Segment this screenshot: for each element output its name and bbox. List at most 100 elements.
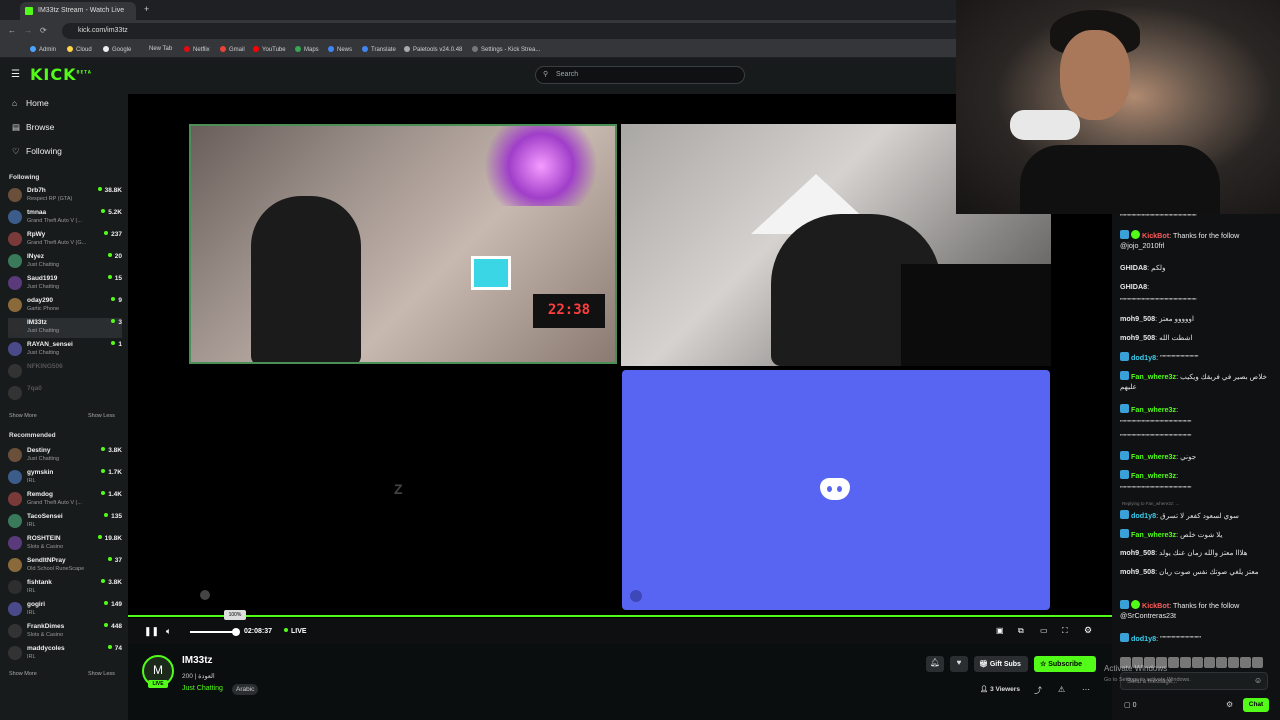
sidebar-channel[interactable]: RpWy Grand Theft Auto V (G... 237	[8, 230, 122, 250]
bookmark-youtube[interactable]: YouTube	[253, 46, 286, 53]
volume-slider-handle[interactable]	[232, 628, 240, 636]
stream-tag[interactable]: Arabic	[232, 684, 259, 695]
sidebar-channel[interactable]: Drb7h Respect RP (GTA) 38.8K	[8, 186, 122, 206]
sidebar-channel[interactable]: Saud1919 Just Chatting 15	[8, 274, 122, 294]
emote-icon[interactable]	[1252, 657, 1263, 668]
search-input[interactable]: ⚲ Search	[535, 66, 745, 84]
chat-username[interactable]: Fan_where3z	[1131, 405, 1176, 414]
sidebar-channel[interactable]: TacoSensei IRL 135	[8, 512, 122, 532]
chat-username[interactable]: KickBot	[1142, 231, 1169, 240]
channel-name: IM33tz	[27, 319, 47, 326]
chat-username[interactable]: moh9_508	[1120, 314, 1155, 323]
settings-gear-icon[interactable]: ⚙	[1084, 625, 1092, 636]
sidebar-channel[interactable]: NFKING506	[8, 362, 122, 382]
url-field[interactable]: kick.com/im33tz	[62, 23, 962, 39]
report-icon[interactable]: ⚠	[1058, 685, 1065, 694]
browser-tab[interactable]: IM33tz Stream - Watch Live	[20, 2, 136, 20]
sidebar-channel[interactable]: Destiny Just Chatting 3.8K	[8, 446, 122, 466]
chat-username[interactable]: moh9_508	[1120, 548, 1155, 557]
chat-username[interactable]: GHIDA8	[1120, 282, 1147, 291]
emote-icon[interactable]	[1240, 657, 1251, 668]
chat-username[interactable]: KickBot	[1142, 601, 1169, 610]
recommended-show-more[interactable]: Show More	[9, 671, 37, 677]
share-icon[interactable]: ⤴	[1034, 685, 1042, 696]
fullscreen-icon[interactable]: ⛶	[1062, 626, 1068, 636]
nav-following[interactable]: ♡ Following	[12, 146, 62, 157]
bookmark-paletools[interactable]: Paletools v24.0.48	[404, 46, 462, 53]
following-show-more[interactable]: Show More	[9, 413, 37, 419]
sidebar-channel[interactable]: 7qa0	[8, 384, 122, 404]
chat-username[interactable]: dod1y8	[1131, 511, 1156, 520]
emote-icon[interactable]	[1168, 657, 1179, 668]
stream-progress-bar[interactable]	[128, 615, 1112, 617]
chat-username[interactable]: Fan_where3z	[1131, 372, 1176, 381]
recommended-show-less[interactable]: Show Less	[88, 671, 115, 677]
reload-icon[interactable]: ⟳	[40, 26, 47, 35]
chat-username[interactable]: Fan_where3z	[1131, 530, 1176, 539]
channel-avatar-icon	[8, 514, 22, 528]
bookmark-settings-kick[interactable]: Settings - Kick Strea...	[472, 46, 540, 53]
bookmark-maps[interactable]: Maps	[295, 46, 319, 53]
channel-name: 7qa0	[27, 385, 42, 392]
chat-username[interactable]: dod1y8	[1131, 634, 1156, 643]
emote-icon[interactable]	[1204, 657, 1215, 668]
nav-browse[interactable]: ▤ Browse	[12, 122, 54, 133]
sidebar-channel[interactable]: oday290 Gartic Phone 9	[8, 296, 122, 316]
pause-icon[interactable]: ❚❚	[144, 626, 159, 637]
new-tab-button[interactable]: +	[144, 4, 149, 14]
channel-name[interactable]: IM33tz	[182, 655, 213, 666]
channel-category: Just Chatting	[27, 284, 60, 290]
more-options-icon[interactable]: ⋯	[1082, 685, 1090, 694]
emote-icon[interactable]	[1192, 657, 1203, 668]
sidebar-channel[interactable]: gymskin IRL 1.7K	[8, 468, 122, 488]
chat-username[interactable]: Fan_where3z	[1131, 452, 1176, 461]
bookmark-admin[interactable]: Admin	[30, 46, 56, 53]
chat-username[interactable]: dod1y8	[1131, 353, 1156, 362]
theater-mode-icon[interactable]: ▭	[1040, 626, 1048, 635]
volume-icon[interactable]: 🔈︎	[166, 626, 171, 637]
notification-bell-icon[interactable]: 🔔︎	[926, 656, 944, 672]
chat-settings-icon[interactable]: ⚙	[1226, 700, 1233, 709]
kick-logo[interactable]: KICKBETA	[30, 65, 92, 84]
clip-icon[interactable]: ▣	[996, 626, 1004, 635]
follow-heart-icon[interactable]: ♥	[950, 656, 968, 672]
sidebar-channel[interactable]: Remdog Grand Theft Auto V (... 1.4K	[8, 490, 122, 510]
sidebar-channel[interactable]: INyez Just Chatting 20	[8, 252, 122, 272]
forward-icon[interactable]: →	[24, 26, 32, 35]
sidebar-channel[interactable]: tmnaa Grand Theft Auto V (... 5.2K	[8, 208, 122, 228]
volume-slider[interactable]	[190, 631, 236, 633]
chat-username[interactable]: Fan_where3z	[1131, 471, 1176, 480]
bookmark-new-tab[interactable]: New Tab	[149, 46, 172, 52]
sidebar-channel[interactable]: gogiri IRL 149	[8, 600, 122, 620]
bookmark-cloud[interactable]: Cloud	[67, 46, 92, 53]
subscribe-button[interactable]: ☆ Subscribe	[1034, 656, 1096, 672]
sidebar-channel[interactable]: fishtank IRL 3.8K	[8, 578, 122, 598]
emote-icon[interactable]	[1180, 657, 1191, 668]
chat-username[interactable]: GHIDA8	[1120, 263, 1147, 272]
bookmark-news[interactable]: News	[328, 46, 352, 53]
verified-badge-icon	[1131, 600, 1140, 609]
bookmark-gmail[interactable]: Gmail	[220, 46, 245, 53]
menu-icon[interactable]: ☰	[11, 69, 20, 80]
gift-subs-button[interactable]: 🎁︎ Gift Subs	[974, 656, 1028, 672]
bookmark-netflix[interactable]: Netflix	[184, 46, 210, 53]
emote-icon[interactable]	[1216, 657, 1227, 668]
chat-username[interactable]: moh9_508	[1120, 333, 1155, 342]
sidebar-channel[interactable]: FrankDimes Slots & Casino 448	[8, 622, 122, 642]
nav-home[interactable]: ⌂ Home	[12, 98, 49, 108]
emoji-icon[interactable]: ☺	[1254, 676, 1262, 685]
pip-icon[interactable]: ⧉	[1018, 626, 1024, 636]
emote-icon[interactable]	[1228, 657, 1239, 668]
following-show-less[interactable]: Show Less	[88, 413, 115, 419]
sidebar-channel[interactable]: ROSHTEIN Slots & Casino 19.8K	[8, 534, 122, 554]
chat-send-button[interactable]: Chat	[1243, 698, 1269, 712]
bookmark-translate[interactable]: Translate	[362, 46, 396, 53]
sidebar-channel[interactable]: RAYAN_sensei Just Chatting 1	[8, 340, 122, 360]
stream-category[interactable]: Just Chatting	[182, 685, 223, 692]
sidebar-channel[interactable]: maddycoles IRL 74	[8, 644, 122, 664]
sidebar-channel[interactable]: SendItNPray Old School RuneScape 37	[8, 556, 122, 576]
back-icon[interactable]: ←	[8, 26, 16, 35]
sidebar-channel[interactable]: IM33tz Just Chatting 3	[8, 318, 122, 338]
chat-username[interactable]: moh9_508	[1120, 567, 1155, 576]
bookmark-google[interactable]: Google	[103, 46, 131, 53]
